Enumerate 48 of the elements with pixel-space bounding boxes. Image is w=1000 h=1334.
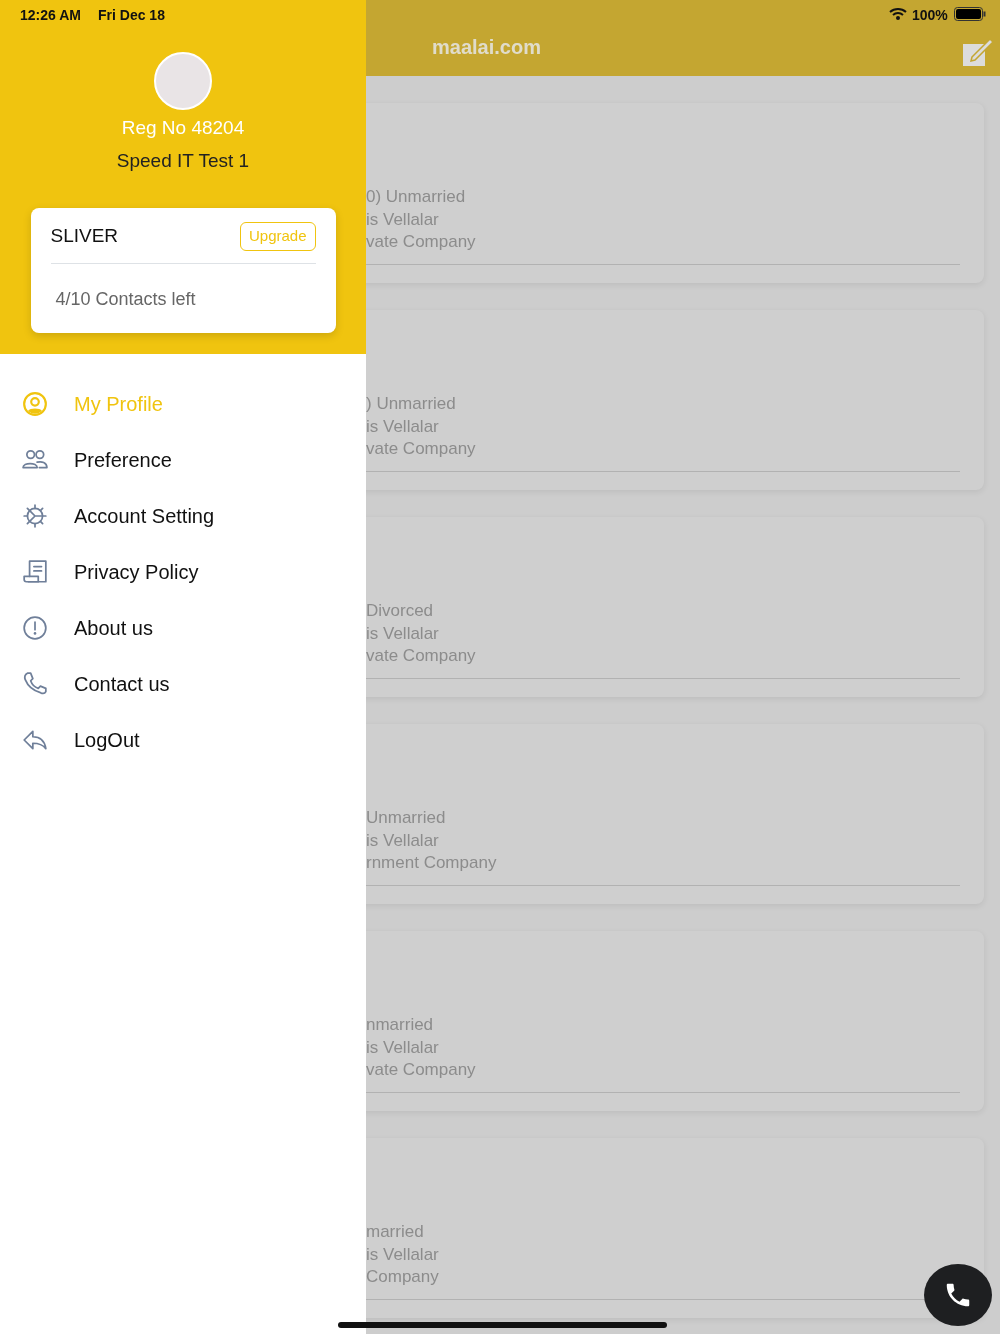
profile-card[interactable]: Unmarried is Vellalar rnment Company [366,724,984,904]
card-detail: 0) Unmarried [366,186,467,208]
plan-name: SLIVER [50,224,119,248]
avatar [154,52,212,110]
profile-card[interactable]: married is Vellalar Company [366,1138,984,1318]
exclamation-circle-icon [22,615,48,641]
contacts-left: 4/10 Contacts left [54,287,197,311]
card-detail: Company [366,1266,440,1288]
card-detail: vate Company [366,1059,477,1081]
status-date: Fri Dec 18 [98,6,165,25]
card-detail: rnment Company [366,852,498,874]
card-detail: vate Company [366,231,477,253]
card-detail: is Vellalar [366,1243,440,1266]
app-title: maalai.com [432,35,541,60]
card-detail: is Vellalar [366,1036,440,1059]
profile-card[interactable]: nmarried is Vellalar vate Company [366,931,984,1111]
upgrade-button[interactable]: Upgrade [239,222,316,251]
user-name: Speed IT Test 1 [116,148,250,173]
menu-item[interactable]: My Profile [0,376,366,432]
card-detail: is Vellalar [366,622,440,645]
wifi-icon [889,7,907,20]
battery-percentage: 100% [912,6,948,25]
document-icon [22,559,48,585]
status-time: 12:26 AM [20,6,81,25]
card-detail: Divorced [366,600,435,622]
profile-card[interactable]: 0) Unmarried is Vellalar vate Company [366,103,984,283]
card-detail: vate Company [366,438,477,460]
user-circle-icon [22,391,48,417]
battery-icon [954,7,986,21]
card-detail: is Vellalar [366,415,440,438]
card-detail: vate Company [366,645,477,667]
menu-item[interactable]: About us [0,600,366,656]
menu-item[interactable]: Privacy Policy [0,544,366,600]
profile-card[interactable]: Divorced is Vellalar vate Company [366,517,984,697]
menu-item[interactable]: LogOut [0,712,366,768]
registration-number: Reg No 48204 [121,116,245,140]
card-detail: Unmarried [366,807,447,829]
menu-item[interactable]: Contact us [0,656,366,712]
card-detail: is Vellalar [366,208,440,231]
card-detail: is Vellalar [366,829,440,852]
profile-card[interactable]: ) Unmarried is Vellalar vate Company [366,310,984,490]
card-detail: married [366,1221,425,1243]
card-detail: ) Unmarried [366,393,457,415]
settings-icon [22,503,48,529]
menu-item[interactable]: Account Setting [0,488,366,544]
card-detail: nmarried [366,1014,435,1036]
phone-icon [22,671,48,697]
menu-item[interactable]: Preference [0,432,366,488]
